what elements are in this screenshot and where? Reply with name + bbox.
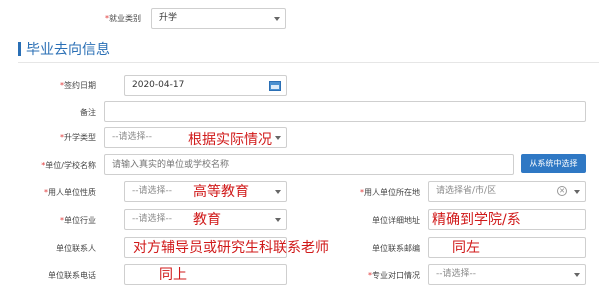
chevron-down-icon (275, 190, 281, 194)
unit-location-placeholder: 请选择省/市/区 (436, 186, 497, 196)
contact-label: 单位联系人 (56, 244, 96, 253)
major-match-value: --请选择-- (436, 269, 476, 279)
industry-label: *单位行业 (60, 216, 96, 225)
chevron-down-icon (275, 218, 281, 222)
sign-date-value: 2020-04-17 (132, 80, 185, 90)
chevron-down-icon (574, 273, 580, 277)
clear-icon[interactable]: ✕ (557, 186, 567, 196)
employment-type-label: *就业类别 (105, 14, 141, 23)
remark-label: 备注 (80, 108, 96, 117)
unit-school-input[interactable] (104, 154, 514, 175)
chevron-down-icon (275, 136, 281, 140)
major-match-label: *专业对口情况 (368, 271, 420, 280)
remark-field[interactable] (104, 101, 586, 122)
select-from-system-button[interactable]: 从系统中选择 (521, 154, 586, 173)
postcode-annotation: 同左 (452, 240, 480, 256)
address-label: 单位详细地址 (372, 216, 420, 225)
industry-value: --请选择-- (132, 214, 172, 224)
unit-nature-annotation: 高等教育 (193, 184, 249, 200)
industry-annotation: 教育 (193, 212, 221, 228)
address-annotation: 精确到学院/系 (432, 212, 521, 228)
study-type-label: *升学类型 (60, 133, 96, 142)
contact-annotation: 对方辅导员或研究生科联系老师 (133, 240, 329, 256)
unit-nature-value: --请选择-- (132, 186, 172, 196)
sign-date-label: *签约日期 (60, 81, 96, 90)
employment-type-select[interactable]: 升学 (151, 8, 286, 29)
phone-field[interactable] (124, 264, 287, 285)
postcode-label: 单位联系邮编 (372, 244, 420, 253)
phone-label: 单位联系电话 (48, 271, 96, 280)
major-match-select[interactable]: --请选择-- (428, 264, 586, 285)
section-title: 毕业去向信息 (26, 42, 110, 58)
section-marker (18, 42, 21, 56)
section-divider (18, 62, 599, 63)
study-type-annotation: 根据实际情况 (188, 132, 272, 148)
phone-annotation: 同上 (159, 267, 187, 283)
calendar-icon[interactable] (269, 81, 281, 91)
chevron-down-icon (274, 17, 280, 21)
unit-location-label: *用人单位所在地 (360, 188, 420, 197)
unit-nature-label: *用人单位性质 (44, 188, 96, 197)
unit-location-select[interactable]: 请选择省/市/区 ✕ (428, 181, 586, 202)
study-type-value: --请选择-- (112, 132, 152, 142)
employment-type-value: 升学 (159, 13, 178, 23)
chevron-down-icon (574, 190, 580, 194)
unit-school-label: *单位/学校名称 (41, 161, 96, 170)
sign-date-field[interactable]: 2020-04-17 (124, 75, 287, 96)
